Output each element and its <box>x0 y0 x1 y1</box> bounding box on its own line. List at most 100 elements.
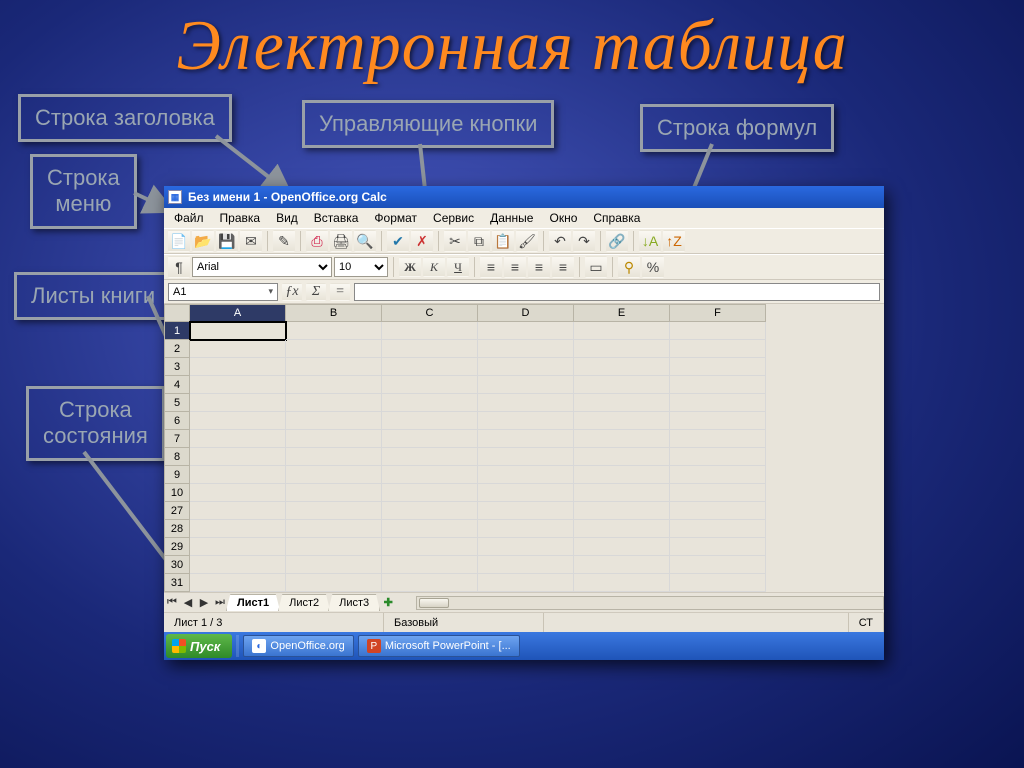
menu-data[interactable]: Данные <box>484 210 539 226</box>
cell[interactable] <box>670 394 766 412</box>
row-header[interactable]: 9 <box>164 466 190 484</box>
cell[interactable] <box>382 574 478 592</box>
cell[interactable] <box>670 466 766 484</box>
row-header[interactable]: 30 <box>164 556 190 574</box>
cell[interactable] <box>478 466 574 484</box>
paste-icon[interactable]: 📋 <box>492 230 514 252</box>
cell[interactable] <box>382 322 478 340</box>
cell[interactable] <box>670 358 766 376</box>
open-icon[interactable]: 📂 <box>192 230 214 252</box>
cell[interactable] <box>574 394 670 412</box>
save-icon[interactable]: 💾 <box>216 230 238 252</box>
sum-icon[interactable]: Σ <box>306 283 326 301</box>
cell[interactable] <box>286 412 382 430</box>
merge-icon[interactable]: ▭ <box>585 256 607 278</box>
cell[interactable] <box>478 520 574 538</box>
link-icon[interactable]: 🔗 <box>606 230 628 252</box>
undo-icon[interactable]: ↶ <box>549 230 571 252</box>
cell[interactable] <box>286 340 382 358</box>
sort-asc-icon[interactable]: ↓A <box>639 230 661 252</box>
row-header[interactable]: 10 <box>164 484 190 502</box>
cell[interactable] <box>382 358 478 376</box>
mail-icon[interactable]: ✉ <box>240 230 262 252</box>
cell[interactable] <box>574 358 670 376</box>
copy-icon[interactable]: ⧉ <box>468 230 490 252</box>
font-size-select[interactable]: 10 <box>334 257 388 277</box>
row-header[interactable]: 6 <box>164 412 190 430</box>
cell[interactable] <box>190 376 286 394</box>
cell[interactable] <box>286 394 382 412</box>
menu-help[interactable]: Справка <box>587 210 646 226</box>
cell[interactable] <box>190 556 286 574</box>
cell[interactable] <box>670 322 766 340</box>
align-center-icon[interactable]: ≡ <box>504 256 526 278</box>
currency-icon[interactable]: ⚲ <box>618 256 640 278</box>
paintbrush-icon[interactable]: 🖌 <box>516 230 538 252</box>
row-header[interactable]: 4 <box>164 376 190 394</box>
cell[interactable] <box>574 322 670 340</box>
menu-bar[interactable]: Файл Правка Вид Вставка Формат Сервис Да… <box>164 208 884 228</box>
menu-window[interactable]: Окно <box>543 210 583 226</box>
row-header[interactable]: 27 <box>164 502 190 520</box>
cell[interactable] <box>478 538 574 556</box>
column-header[interactable]: E <box>574 304 670 322</box>
function-wizard-icon[interactable]: ƒx <box>282 283 302 301</box>
cell[interactable] <box>286 376 382 394</box>
italic-button[interactable]: К <box>423 257 445 277</box>
align-left-icon[interactable]: ≡ <box>480 256 502 278</box>
cell[interactable] <box>478 412 574 430</box>
menu-file[interactable]: Файл <box>168 210 210 226</box>
menu-tools[interactable]: Сервис <box>427 210 480 226</box>
sort-desc-icon[interactable]: ↑Z <box>663 230 685 252</box>
row-header[interactable]: 7 <box>164 430 190 448</box>
prev-sheet-icon[interactable]: ◀ <box>180 595 196 611</box>
cell[interactable] <box>382 520 478 538</box>
cell[interactable] <box>574 502 670 520</box>
cell[interactable] <box>382 538 478 556</box>
cell[interactable] <box>286 466 382 484</box>
cell[interactable] <box>382 484 478 502</box>
spreadsheet-grid[interactable]: A B C D E F 123456789102728293031 <box>164 304 884 592</box>
cell[interactable] <box>670 412 766 430</box>
cell[interactable] <box>574 448 670 466</box>
styles-icon[interactable]: ¶ <box>168 256 190 278</box>
cell[interactable] <box>190 340 286 358</box>
pdf-icon[interactable]: ⎙ <box>306 230 328 252</box>
taskbar-item[interactable]: P Microsoft PowerPoint - [... <box>358 635 520 657</box>
cell[interactable] <box>190 538 286 556</box>
cell[interactable] <box>574 484 670 502</box>
cell[interactable] <box>574 520 670 538</box>
cell[interactable] <box>574 412 670 430</box>
cell[interactable] <box>478 340 574 358</box>
cell[interactable] <box>286 556 382 574</box>
cell[interactable] <box>190 430 286 448</box>
cell[interactable] <box>478 430 574 448</box>
cell[interactable] <box>478 556 574 574</box>
cell[interactable] <box>670 448 766 466</box>
cell[interactable] <box>286 358 382 376</box>
font-name-select[interactable]: Arial <box>192 257 332 277</box>
cell[interactable] <box>190 394 286 412</box>
cell[interactable] <box>190 358 286 376</box>
row-header[interactable]: 8 <box>164 448 190 466</box>
cell[interactable] <box>286 430 382 448</box>
cell[interactable] <box>382 376 478 394</box>
sheet-tab[interactable]: Лист3 <box>328 594 380 611</box>
preview-icon[interactable]: 🔍 <box>354 230 376 252</box>
cut-icon[interactable]: ✂ <box>444 230 466 252</box>
cell[interactable] <box>286 574 382 592</box>
cell[interactable] <box>670 430 766 448</box>
cell[interactable] <box>286 538 382 556</box>
add-sheet-icon[interactable]: ✚ <box>380 596 396 609</box>
cell[interactable] <box>190 520 286 538</box>
row-header[interactable]: 5 <box>164 394 190 412</box>
cell[interactable] <box>286 484 382 502</box>
cell[interactable] <box>574 574 670 592</box>
align-justify-icon[interactable]: ≡ <box>552 256 574 278</box>
column-header[interactable]: C <box>382 304 478 322</box>
horizontal-scrollbar[interactable] <box>416 596 884 610</box>
cell[interactable] <box>382 502 478 520</box>
cell[interactable] <box>382 394 478 412</box>
menu-format[interactable]: Формат <box>368 210 423 226</box>
percent-icon[interactable]: % <box>642 256 664 278</box>
